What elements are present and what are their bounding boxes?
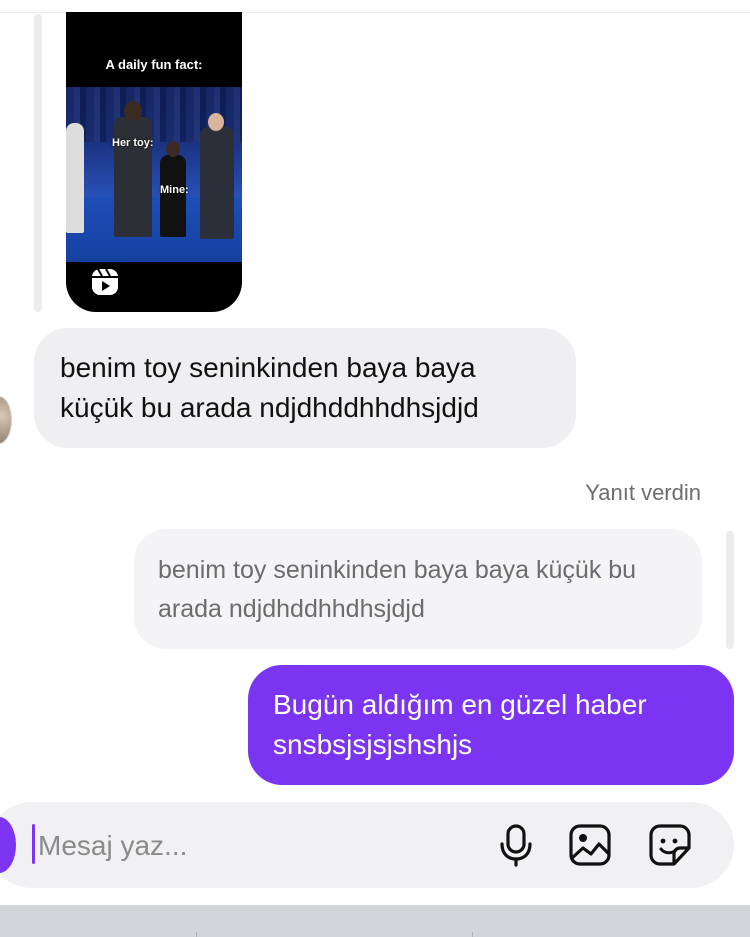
reel-person [114,117,152,237]
reel-overlay-label: Her toy: [112,137,154,149]
reel-person [66,123,84,233]
reply-indicator-bar [34,14,42,312]
reel-person-head [208,113,224,131]
reel-thumbnail[interactable]: Her toy: Mine: [66,87,242,262]
gallery-icon[interactable] [568,822,612,868]
reel-person-head [166,141,180,157]
microphone-icon[interactable] [494,822,538,868]
reel-person [160,155,186,237]
sticker-icon[interactable] [648,822,692,868]
reel-card-top [66,12,242,32]
reel-caption: A daily fun fact: [105,57,203,72]
outgoing-message-bubble[interactable]: Bugün aldığım en güzel haber snsbsjsjsjs… [248,665,734,785]
message-input[interactable] [36,822,480,870]
incoming-message-bubble[interactable]: benim toy seninkinden baya baya küçük bu… [34,328,576,448]
text-caret [32,824,35,864]
reel-overlay-label: Mine: [160,184,189,196]
keyboard-separator [472,932,473,937]
reels-icon [92,268,118,295]
keyboard-separator [196,932,197,937]
quote-indicator-bar [726,531,734,649]
keyboard-area [0,905,750,937]
reply-label: Yanıt verdin [585,480,701,505]
reel-person-head [124,101,142,121]
sender-avatar[interactable] [0,396,12,444]
shared-reel-card[interactable]: A daily fun fact: Her toy: Mine: [66,12,242,312]
reel-person [200,127,234,239]
quoted-message[interactable]: benim toy seninkinden baya baya küçük bu… [134,529,702,649]
